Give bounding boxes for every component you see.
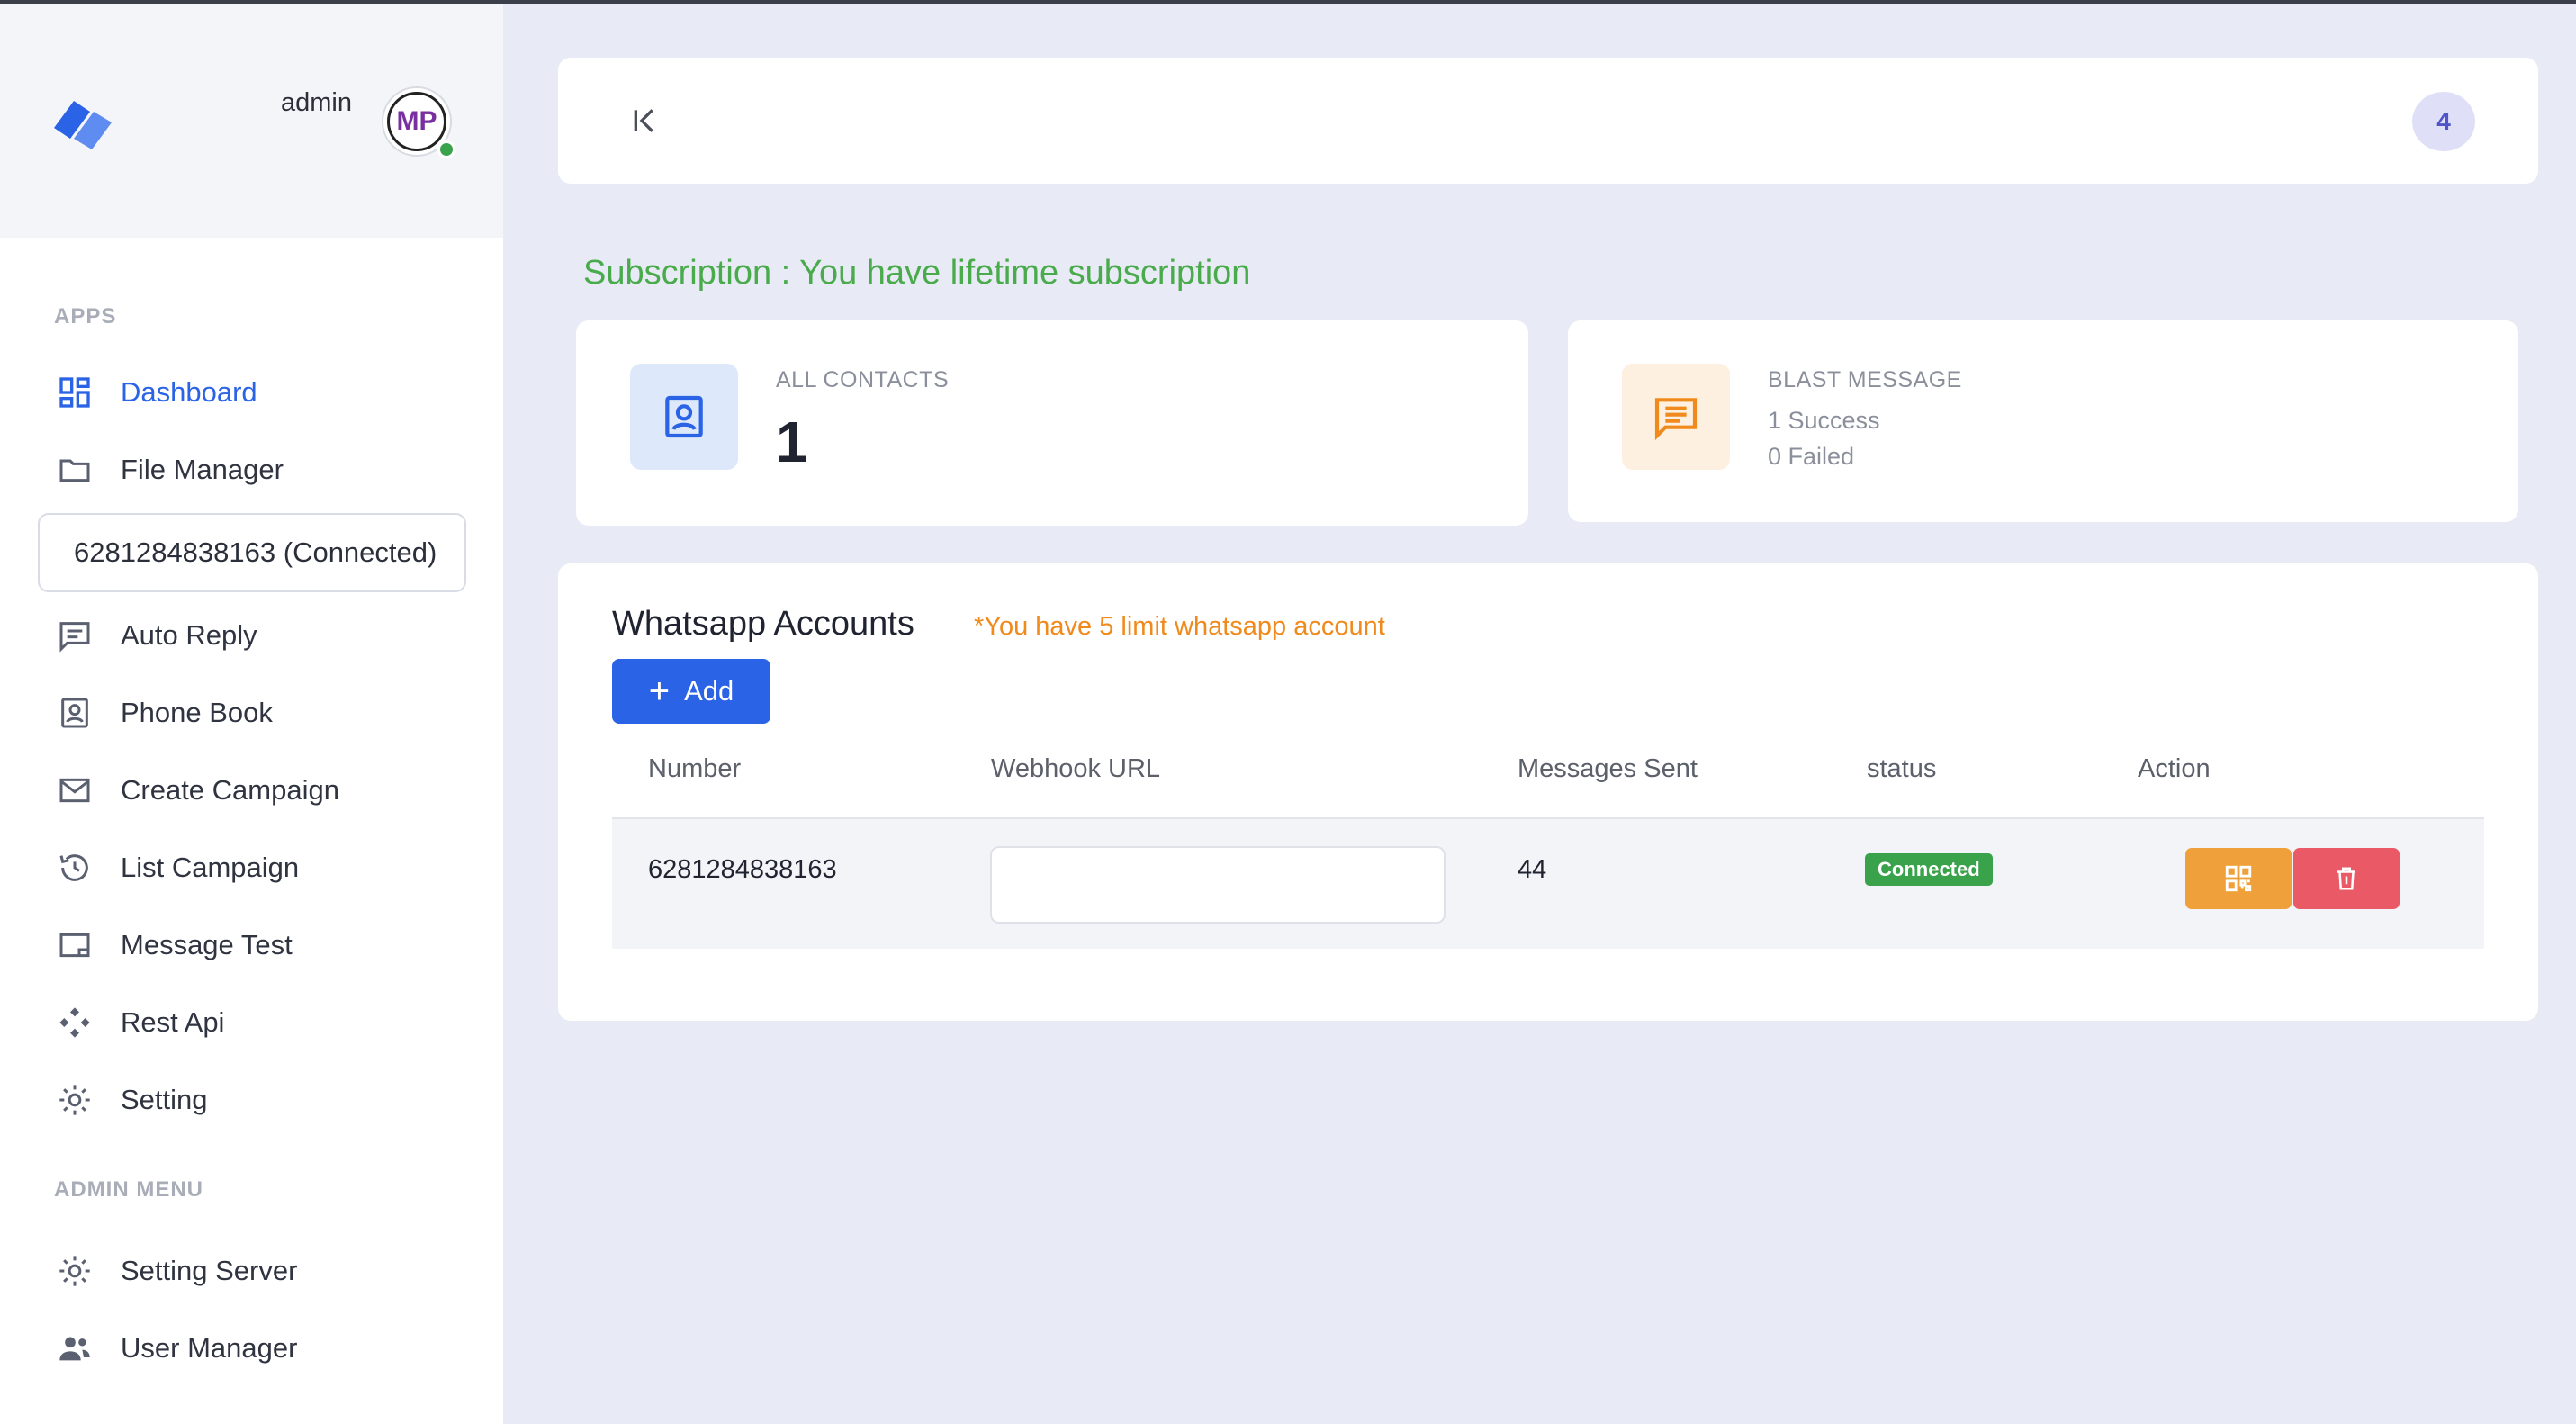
app-logo-icon[interactable] — [47, 92, 128, 155]
note-icon — [54, 924, 95, 966]
add-account-button[interactable]: + Add — [612, 659, 770, 724]
contact-book-icon — [54, 692, 95, 734]
sidebar-item-message-test[interactable]: Message Test — [54, 918, 468, 972]
sidebar-item-setting-server[interactable]: Setting Server — [54, 1244, 468, 1298]
sidebar-item-label: Dashboard — [121, 376, 257, 408]
stat-card-all-contacts: ALL CONTACTS 1 — [576, 320, 1528, 526]
subscription-status: Subscription : You have lifetime subscri… — [583, 254, 1251, 292]
scan-qr-button[interactable] — [2185, 848, 2292, 909]
webhook-url-input[interactable] — [990, 846, 1446, 924]
message-icon — [1622, 364, 1730, 470]
account-number: 6281284838163 — [648, 855, 837, 884]
sidebar: admin MP APPS Dashboard File Manager 628… — [0, 4, 503, 1424]
history-icon — [54, 847, 95, 888]
sidebar-item-list-campaign[interactable]: List Campaign — [54, 841, 468, 895]
section-title: Whatsapp Accounts — [612, 605, 914, 643]
notification-badge[interactable]: 4 — [2412, 92, 2475, 151]
collapse-sidebar-icon[interactable] — [628, 103, 664, 139]
mail-icon — [54, 770, 95, 811]
contact-book-icon — [630, 364, 738, 470]
api-icon — [54, 1002, 95, 1043]
table-row: 6281284838163 44 Connected — [612, 817, 2484, 949]
column-header-action: Action — [2138, 754, 2211, 783]
messages-sent-count: 44 — [1518, 855, 1547, 884]
sidebar-item-rest-api[interactable]: Rest Api — [54, 996, 468, 1050]
avatar[interactable]: MP — [382, 86, 455, 158]
sidebar-header: admin MP — [0, 4, 503, 238]
avatar-initials: MP — [387, 92, 446, 151]
stat-label: ALL CONTACTS — [776, 367, 950, 392]
stat-card-blast-message: BLAST MESSAGE 1 Success 0 Failed — [1568, 320, 2518, 522]
blast-failed-count: 0 Failed — [1768, 443, 1855, 470]
folder-icon — [54, 449, 95, 491]
column-header-number: Number — [648, 754, 742, 783]
message-icon — [54, 615, 95, 656]
column-header-status: status — [1867, 754, 1937, 783]
online-status-dot — [437, 140, 455, 158]
blast-success-count: 1 Success — [1768, 407, 1880, 434]
user-name: admin — [281, 88, 352, 117]
sidebar-item-label: Phone Book — [121, 697, 273, 728]
sidebar-item-label: Create Campaign — [121, 774, 339, 806]
sidebar-item-user-manager[interactable]: User Manager — [54, 1321, 468, 1375]
section-label-admin-menu: ADMIN MENU — [54, 1177, 203, 1202]
sidebar-item-setting[interactable]: Setting — [54, 1073, 468, 1127]
account-limit-note: *You have 5 limit whatsapp account — [974, 612, 1385, 641]
gear-icon — [54, 1250, 95, 1292]
sidebar-item-dashboard[interactable]: Dashboard — [54, 365, 468, 419]
plus-icon: + — [648, 671, 671, 711]
top-bar: 4 — [558, 58, 2538, 184]
sidebar-item-phone-book[interactable]: Phone Book — [54, 686, 468, 740]
sidebar-item-label: Message Test — [121, 929, 293, 960]
delete-account-button[interactable] — [2293, 848, 2400, 909]
sidebar-item-label: Auto Reply — [121, 619, 257, 651]
dashboard-icon — [54, 372, 95, 413]
stat-value: 1 — [776, 410, 808, 474]
status-badge: Connected — [1865, 853, 1993, 886]
whatsapp-accounts-card: Whatsapp Accounts *You have 5 limit what… — [558, 563, 2538, 1021]
sidebar-item-label: Rest Api — [121, 1006, 225, 1038]
users-icon — [54, 1328, 95, 1369]
gear-icon — [54, 1079, 95, 1121]
sidebar-item-label: List Campaign — [121, 852, 300, 883]
sidebar-item-label: Setting — [121, 1084, 208, 1115]
sidebar-item-auto-reply[interactable]: Auto Reply — [54, 608, 468, 662]
sidebar-item-create-campaign[interactable]: Create Campaign — [54, 763, 468, 817]
section-label-apps: APPS — [54, 304, 117, 329]
sidebar-item-label: File Manager — [121, 454, 284, 485]
sidebar-item-label: Setting Server — [121, 1255, 298, 1286]
connected-device-selector[interactable]: 6281284838163 (Connected) — [38, 513, 466, 592]
trash-icon — [2337, 867, 2355, 890]
qr-code-icon — [2225, 865, 2252, 892]
column-header-messages-sent: Messages Sent — [1518, 754, 1698, 783]
stat-label: BLAST MESSAGE — [1768, 367, 1962, 392]
add-button-label: Add — [684, 675, 734, 707]
column-header-webhook-url: Webhook URL — [991, 754, 1161, 783]
sidebar-item-file-manager[interactable]: File Manager — [54, 443, 468, 497]
sidebar-item-label: User Manager — [121, 1332, 298, 1364]
